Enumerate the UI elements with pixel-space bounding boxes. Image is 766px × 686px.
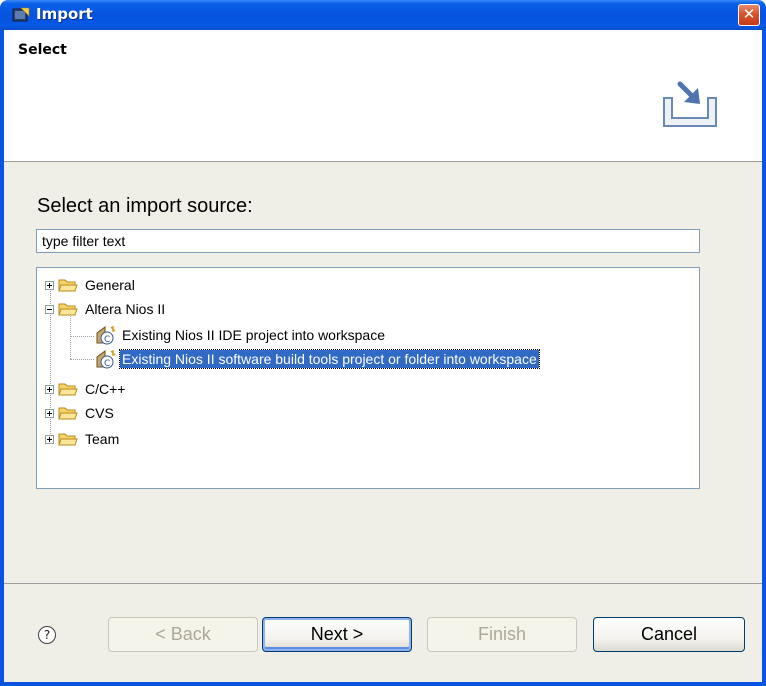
tree-item-altera-nios-ii[interactable]: Altera Nios II [45, 298, 167, 320]
expand-icon[interactable] [45, 434, 54, 444]
help-glyph: ? [43, 628, 51, 642]
nios-wizard-icon: C [96, 326, 116, 345]
tree-item-general[interactable]: General [45, 274, 137, 296]
tree-connector [70, 336, 94, 337]
page-title: Select [18, 42, 67, 58]
import-source-tree[interactable]: General Altera Nios II C Existing Nios I… [36, 267, 700, 489]
import-app-icon [12, 7, 30, 22]
wizard-header: Select [4, 30, 762, 162]
tree-item-label: Existing Nios II software build tools pr… [119, 349, 540, 369]
next-button-label: Next > [310, 624, 364, 644]
close-button[interactable]: ✕ [738, 4, 760, 26]
back-button-label: < Back [155, 624, 211, 644]
tree-item-label: Altera Nios II [85, 301, 166, 317]
back-button[interactable]: < Back [108, 617, 258, 652]
cancel-button-label: Cancel [640, 624, 698, 644]
close-icon: ✕ [742, 5, 756, 23]
filter-input[interactable] [36, 229, 700, 253]
finish-button-label: Finish [477, 624, 526, 644]
cancel-button[interactable]: Cancel [593, 617, 745, 652]
tree-item-c-cpp[interactable]: C/C++ [45, 378, 127, 400]
window-title: Import [36, 5, 93, 23]
finish-button[interactable]: Finish [427, 617, 577, 652]
folder-icon [58, 407, 78, 420]
wizard-footer: ? < Back Next > Finish Cancel [4, 583, 762, 682]
next-button[interactable]: Next > [262, 617, 412, 652]
folder-icon [58, 383, 78, 396]
import-dialog: Import ✕ Select Select an import source: [0, 0, 766, 686]
collapse-icon[interactable] [45, 304, 54, 314]
tree-connector [70, 359, 94, 360]
tree-item-label: C/C++ [85, 381, 126, 397]
tree-item-label: General [85, 277, 135, 293]
nios-wizard-icon: C [96, 350, 116, 369]
title-bar[interactable]: Import ✕ [0, 0, 766, 30]
expand-icon[interactable] [45, 280, 54, 290]
svg-text:C: C [104, 335, 110, 345]
import-source-label: Select an import source: [37, 195, 253, 217]
tree-item-ide-project[interactable]: C Existing Nios II IDE project into work… [95, 324, 387, 346]
svg-text:C: C [104, 359, 110, 369]
tree-item-label: Existing Nios II IDE project into worksp… [122, 327, 385, 343]
folder-icon [58, 433, 78, 446]
folder-open-icon [58, 303, 78, 316]
help-icon[interactable]: ? [38, 626, 56, 644]
tree-item-cvs[interactable]: CVS [45, 402, 116, 424]
import-tray-icon [663, 81, 717, 127]
tree-item-label: Team [85, 431, 120, 447]
expand-icon[interactable] [45, 384, 54, 394]
tree-item-label: CVS [85, 405, 114, 421]
tree-item-team[interactable]: Team [45, 428, 121, 450]
tree-connector [70, 316, 71, 359]
folder-icon [58, 279, 78, 292]
tree-item-sbt-project[interactable]: C Existing Nios II software build tools … [95, 348, 540, 370]
expand-icon[interactable] [45, 408, 54, 418]
wizard-body: Select an import source: General [4, 163, 762, 583]
dialog-client: Select Select an import source: type fil… [4, 30, 762, 682]
